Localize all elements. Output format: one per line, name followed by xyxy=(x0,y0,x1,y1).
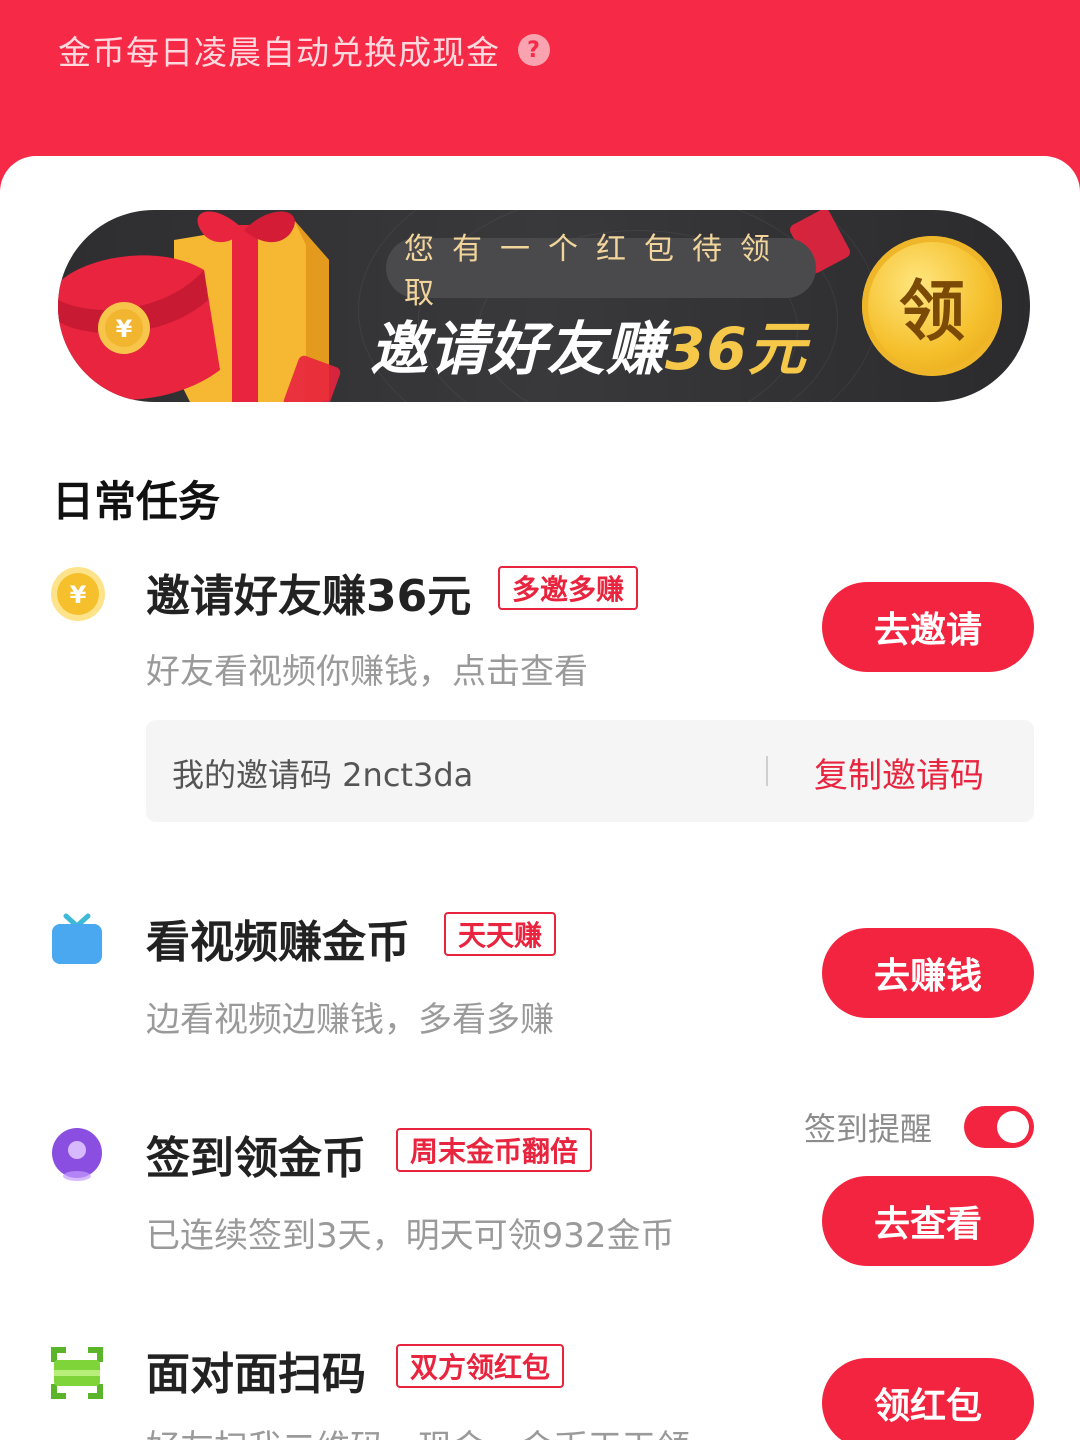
view-checkin-button[interactable]: 去查看 xyxy=(822,1176,1034,1266)
task-desc: 好友看视频你赚钱，点击查看 xyxy=(146,652,588,692)
help-icon[interactable]: ? xyxy=(518,34,550,66)
toggle-knob xyxy=(997,1111,1029,1143)
task-desc: 边看视频边赚钱，多看多赚 xyxy=(146,1000,554,1040)
banner-title: 邀请好友赚36元 xyxy=(370,302,807,386)
checkin-reminder-label: 签到提醒 xyxy=(804,1110,933,1148)
banner-title-prefix: 邀请好友赚 xyxy=(370,315,666,383)
divider xyxy=(766,756,768,786)
checkin-reminder-toggle[interactable] xyxy=(964,1106,1034,1148)
copy-invite-code-button[interactable]: 复制邀请码 xyxy=(814,748,984,797)
task-title: 面对面扫码 xyxy=(146,1349,366,1400)
task-tag: 周末金币翻倍 xyxy=(396,1128,593,1172)
invite-code-box: 我的邀请码 2nct3da 复制邀请码 xyxy=(146,720,1034,822)
svg-text:¥: ¥ xyxy=(116,315,133,343)
task-title: 看视频赚金币 xyxy=(146,917,410,968)
banner-title-amount: 36元 xyxy=(665,315,807,383)
tv-icon xyxy=(52,913,102,964)
section-title: 日常任务 xyxy=(52,477,221,526)
claim-red-packet-button[interactable]: 领红包 xyxy=(822,1358,1034,1440)
invite-banner[interactable]: ¥ 您有一个红包待领取 邀请好友赚36元 领 xyxy=(58,210,1030,402)
task-title: 签到领金币 xyxy=(146,1133,366,1184)
invite-button[interactable]: 去邀请 xyxy=(822,582,1034,672)
banner-pill: 您有一个红包待领取 xyxy=(386,232,816,311)
task-desc: 好友扫我二维码，现金、金币天天领 xyxy=(146,1420,690,1440)
scan-icon xyxy=(51,1347,103,1399)
task-title: 邀请好友赚36元 xyxy=(146,571,472,622)
task-tag: 双方领红包 xyxy=(396,1344,565,1388)
invite-code-label: 我的邀请码 2nct3da xyxy=(172,756,474,794)
claim-coin-button[interactable]: 领 xyxy=(862,236,1002,376)
svg-text:¥: ¥ xyxy=(70,581,87,609)
location-pin-icon xyxy=(52,1128,102,1181)
task-tag: 天天赚 xyxy=(444,912,557,956)
page: 金币每日凌晨自动兑换成现金 ? ¥ 您有一个红包待领取 邀请好友赚36元 领 日… xyxy=(0,0,1080,1440)
exchange-notice-text: 金币每日凌晨自动兑换成现金 xyxy=(58,33,500,72)
task-tag: 多邀多赚 xyxy=(498,566,639,610)
earn-button[interactable]: 去赚钱 xyxy=(822,928,1034,1018)
task-desc: 已连续签到3天，明天可领932金币 xyxy=(146,1216,675,1256)
yen-coin-icon: ¥ xyxy=(51,567,105,621)
exchange-notice: 金币每日凌晨自动兑换成现金 ? xyxy=(58,26,550,74)
